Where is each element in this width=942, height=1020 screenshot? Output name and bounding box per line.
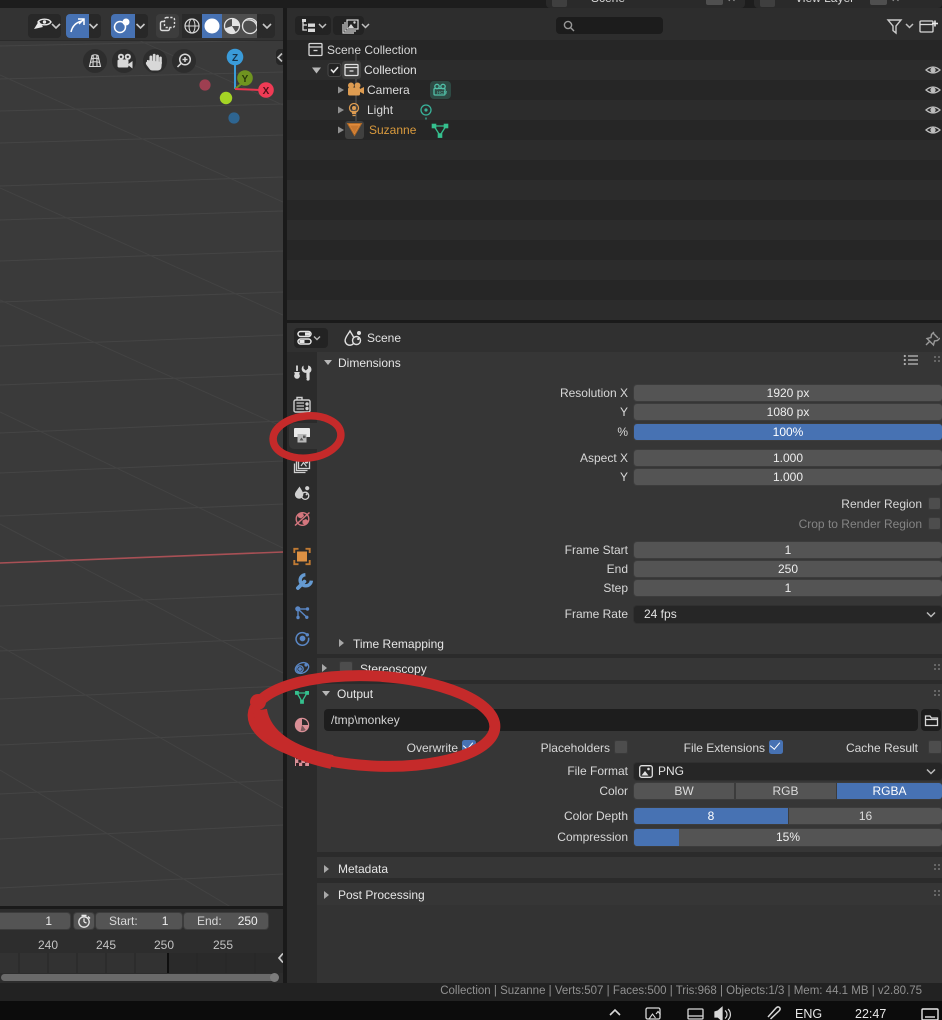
svg-text:Y: Y [242, 74, 249, 85]
svg-text:ENG: ENG [795, 1007, 822, 1020]
svg-text:HCM: HCM [437, 90, 447, 95]
svg-text:X: X [263, 86, 270, 97]
svg-text:22:47: 22:47 [855, 1007, 886, 1020]
svg-text:Z: Z [232, 53, 238, 64]
